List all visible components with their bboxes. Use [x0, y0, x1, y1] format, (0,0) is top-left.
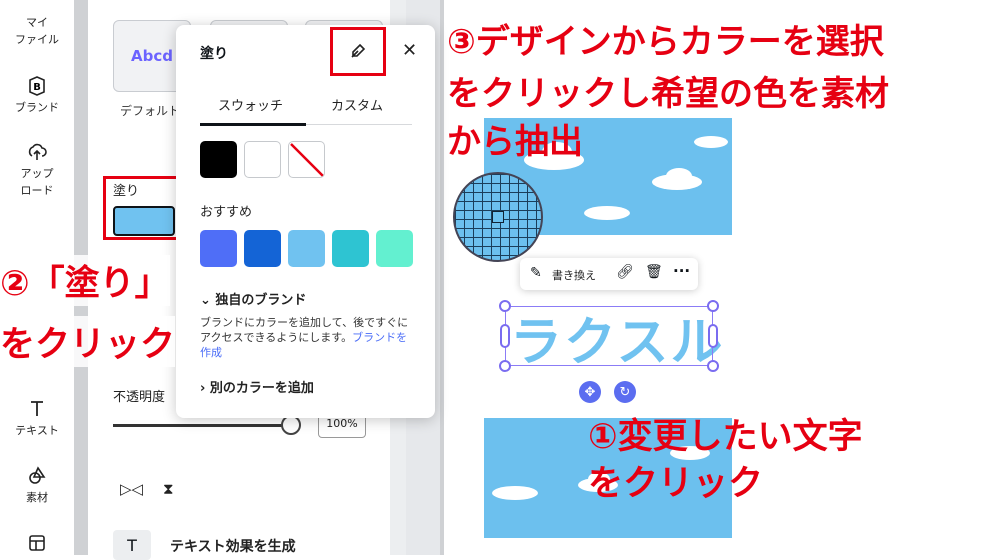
selection-box — [505, 306, 713, 366]
upload-icon — [28, 143, 47, 160]
rail-label-text: テキスト — [15, 424, 59, 437]
add-another-color-label: 別のカラーを追加 — [209, 381, 314, 396]
rail-label-upload: アップ ロード — [20, 167, 54, 197]
annotation-step3-line2: をクリックし希望の色を素材 — [447, 74, 889, 114]
text-style-default-label: デフォルト — [120, 104, 181, 118]
recommended-label: おすすめ — [200, 205, 253, 220]
trash-icon[interactable]: 🗑︎ — [645, 264, 663, 280]
annotation-step2-line2: をクリック — [0, 316, 176, 367]
flip-vertical-icon[interactable]: ⧗ — [163, 480, 174, 498]
rail-label-brand: ブランド — [15, 101, 59, 114]
flip-horizontal-icon[interactable]: ▷◁ — [120, 480, 143, 498]
annotation-step3-line3: から抽出 — [447, 122, 583, 162]
text-icon — [31, 401, 43, 416]
rail-item-templates[interactable] — [0, 533, 74, 556]
resize-handle-bottom-right[interactable] — [707, 360, 719, 372]
annotation-step1-line1: ①変更したい文字 — [588, 417, 863, 457]
swatch-recommended[interactable] — [376, 230, 413, 267]
swatch-recommended[interactable] — [200, 230, 237, 267]
swatch-recommended[interactable] — [244, 230, 281, 267]
resize-handle-left[interactable] — [500, 324, 510, 348]
close-icon[interactable]: ✕ — [402, 40, 417, 61]
swatch-black[interactable] — [200, 141, 237, 178]
swatch-recommended[interactable] — [288, 230, 325, 267]
rail-item-brand[interactable]: B ブランド — [0, 76, 74, 115]
add-another-color-toggle[interactable]: › 別のカラーを追加 — [200, 377, 314, 396]
brand-section-toggle[interactable]: ⌄ 独自のブランド — [200, 289, 306, 308]
tab-swatch[interactable]: スウォッチ — [218, 95, 283, 114]
move-icon[interactable]: ✥ — [579, 381, 601, 403]
brand-description: ブランドにカラーを追加して、後ですぐにアクセスできるようにします。ブランドを作成 — [200, 315, 412, 360]
text-effect-label[interactable]: テキスト効果を生成 — [170, 536, 296, 556]
resize-handle-right[interactable] — [708, 324, 718, 348]
resize-handle-bottom-left[interactable] — [499, 360, 511, 372]
annotation-step2-line1: ②「塗り」 — [0, 255, 170, 306]
rotate-icon[interactable]: ↻ — [614, 381, 636, 403]
rail-item-upload[interactable]: アップ ロード — [0, 142, 74, 199]
rail-item-text[interactable]: テキスト — [0, 399, 74, 438]
tab-custom[interactable]: カスタム — [331, 95, 383, 114]
swatch-recommended[interactable] — [332, 230, 369, 267]
rail-label-my-files: マイ ファイル — [15, 16, 59, 46]
rewrite-button[interactable]: 書き換え — [552, 267, 596, 283]
annotation-step3-line1: ③デザインからカラーを選択 — [447, 22, 884, 62]
text-effect-icon[interactable]: T — [113, 530, 151, 560]
no-color-icon — [290, 143, 324, 177]
svg-text:B: B — [33, 82, 41, 93]
brand-section-heading: 独自のブランド — [215, 293, 307, 308]
popup-title: 塗り — [200, 46, 228, 62]
chevron-right-icon: › — [200, 381, 210, 396]
annotation-step1-line2: をクリック — [588, 464, 764, 504]
template-icon — [29, 535, 45, 551]
chevron-down-icon: ⌄ — [200, 293, 216, 308]
link-icon[interactable]: 🔗︎ — [616, 264, 634, 280]
opacity-label: 不透明度 — [113, 390, 166, 405]
resize-handle-top-right[interactable] — [707, 300, 719, 312]
eyedropper-target-pixel — [492, 211, 504, 223]
text-style-default-sample: Abcd — [131, 47, 173, 65]
brand-icon: B — [29, 76, 45, 96]
resize-handle-top-left[interactable] — [499, 300, 511, 312]
opacity-slider-handle[interactable] — [281, 415, 301, 435]
opacity-slider-track[interactable] — [113, 424, 291, 427]
highlight-eyedropper-box — [330, 27, 386, 76]
panel-edge — [440, 0, 444, 555]
floating-toolbar — [520, 258, 698, 290]
swatch-white[interactable] — [244, 141, 281, 178]
more-options-icon[interactable]: ··· — [673, 262, 690, 280]
swatch-none[interactable] — [288, 141, 325, 178]
elements-icon — [29, 466, 46, 484]
rail-item-my-files[interactable]: マイ ファイル — [0, 14, 74, 48]
tab-active-indicator — [200, 123, 306, 126]
highlight-fill-box — [103, 176, 183, 240]
rail-label-elements: 素材 — [26, 491, 48, 504]
rail-item-elements[interactable]: 素材 — [0, 466, 74, 505]
magic-rewrite-icon[interactable]: ✎ — [530, 265, 542, 281]
